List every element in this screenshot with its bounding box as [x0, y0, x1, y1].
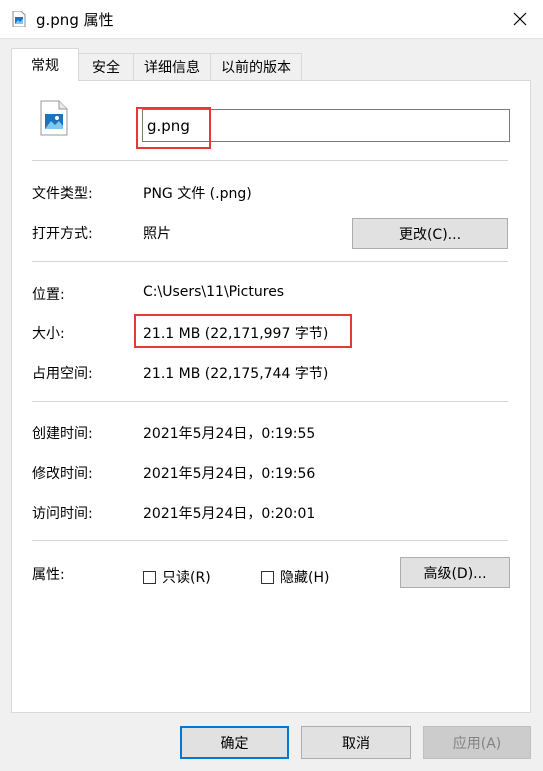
file-type-label: 文件类型: — [32, 186, 93, 202]
location-label: 位置: — [32, 287, 65, 303]
divider — [32, 160, 508, 161]
divider — [32, 540, 508, 541]
title-bar: g.png 属性 — [0, 0, 543, 39]
size-on-disk-label: 占用空间: — [32, 366, 93, 382]
checkbox-box[interactable] — [143, 570, 156, 584]
readonly-checkbox[interactable]: 只读(R) — [143, 567, 211, 587]
created-value: 2021年5月24日，0:19:55 — [143, 426, 316, 442]
ok-button[interactable]: 确定 — [180, 726, 289, 759]
change-button-label: 更改(C)... — [398, 226, 462, 243]
readonly-label: 只读(R) — [162, 570, 211, 586]
opens-with-label: 打开方式: — [32, 226, 93, 242]
close-icon — [513, 12, 527, 26]
modified-label: 修改时间: — [32, 466, 93, 482]
hidden-checkbox[interactable]: 隐藏(H) — [261, 567, 329, 587]
accessed-label: 访问时间: — [32, 506, 93, 522]
advanced-button[interactable]: 高级(D)... — [400, 557, 510, 588]
tab-label: 常规 — [31, 58, 59, 74]
image-file-icon — [12, 11, 26, 27]
apply-button[interactable]: 应用(A) — [423, 726, 531, 759]
cancel-button[interactable]: 取消 — [301, 726, 411, 759]
change-button[interactable]: 更改(C)... — [352, 218, 508, 249]
size-label: 大小: — [32, 326, 65, 342]
tab-security[interactable]: 安全 — [78, 53, 134, 80]
accessed-value: 2021年5月24日，0:20:01 — [143, 506, 316, 522]
filename-input[interactable] — [142, 109, 510, 142]
size-value: 21.1 MB (22,171,997 字节) — [143, 326, 329, 342]
image-file-icon — [40, 100, 68, 136]
opens-with-value: 照片 — [143, 226, 171, 242]
attributes-label: 属性: — [32, 567, 65, 583]
tab-label: 详细信息 — [144, 60, 200, 76]
tab-label: 安全 — [92, 60, 120, 76]
file-type-value: PNG 文件 (.png) — [143, 186, 252, 202]
tab-details[interactable]: 详细信息 — [133, 53, 211, 80]
tab-previous-versions[interactable]: 以前的版本 — [210, 53, 302, 80]
divider — [32, 401, 508, 402]
location-value: C:\Users\11\Pictures — [143, 284, 285, 300]
tab-label: 以前的版本 — [221, 60, 291, 76]
window-title: g.png 属性 — [36, 11, 114, 29]
apply-button-label: 应用(A) — [452, 735, 502, 752]
created-label: 创建时间: — [32, 426, 93, 442]
tab-general[interactable]: 常规 — [11, 48, 79, 81]
checkbox-box[interactable] — [261, 570, 274, 584]
close-button[interactable] — [497, 0, 543, 38]
general-panel — [11, 80, 531, 713]
hidden-label: 隐藏(H) — [280, 570, 330, 586]
modified-value: 2021年5月24日，0:19:56 — [143, 466, 316, 482]
size-on-disk-value: 21.1 MB (22,175,744 字节) — [143, 366, 329, 382]
divider — [32, 261, 508, 262]
advanced-button-label: 高级(D)... — [423, 565, 487, 582]
ok-button-label: 确定 — [220, 735, 249, 752]
cancel-button-label: 取消 — [342, 735, 370, 752]
